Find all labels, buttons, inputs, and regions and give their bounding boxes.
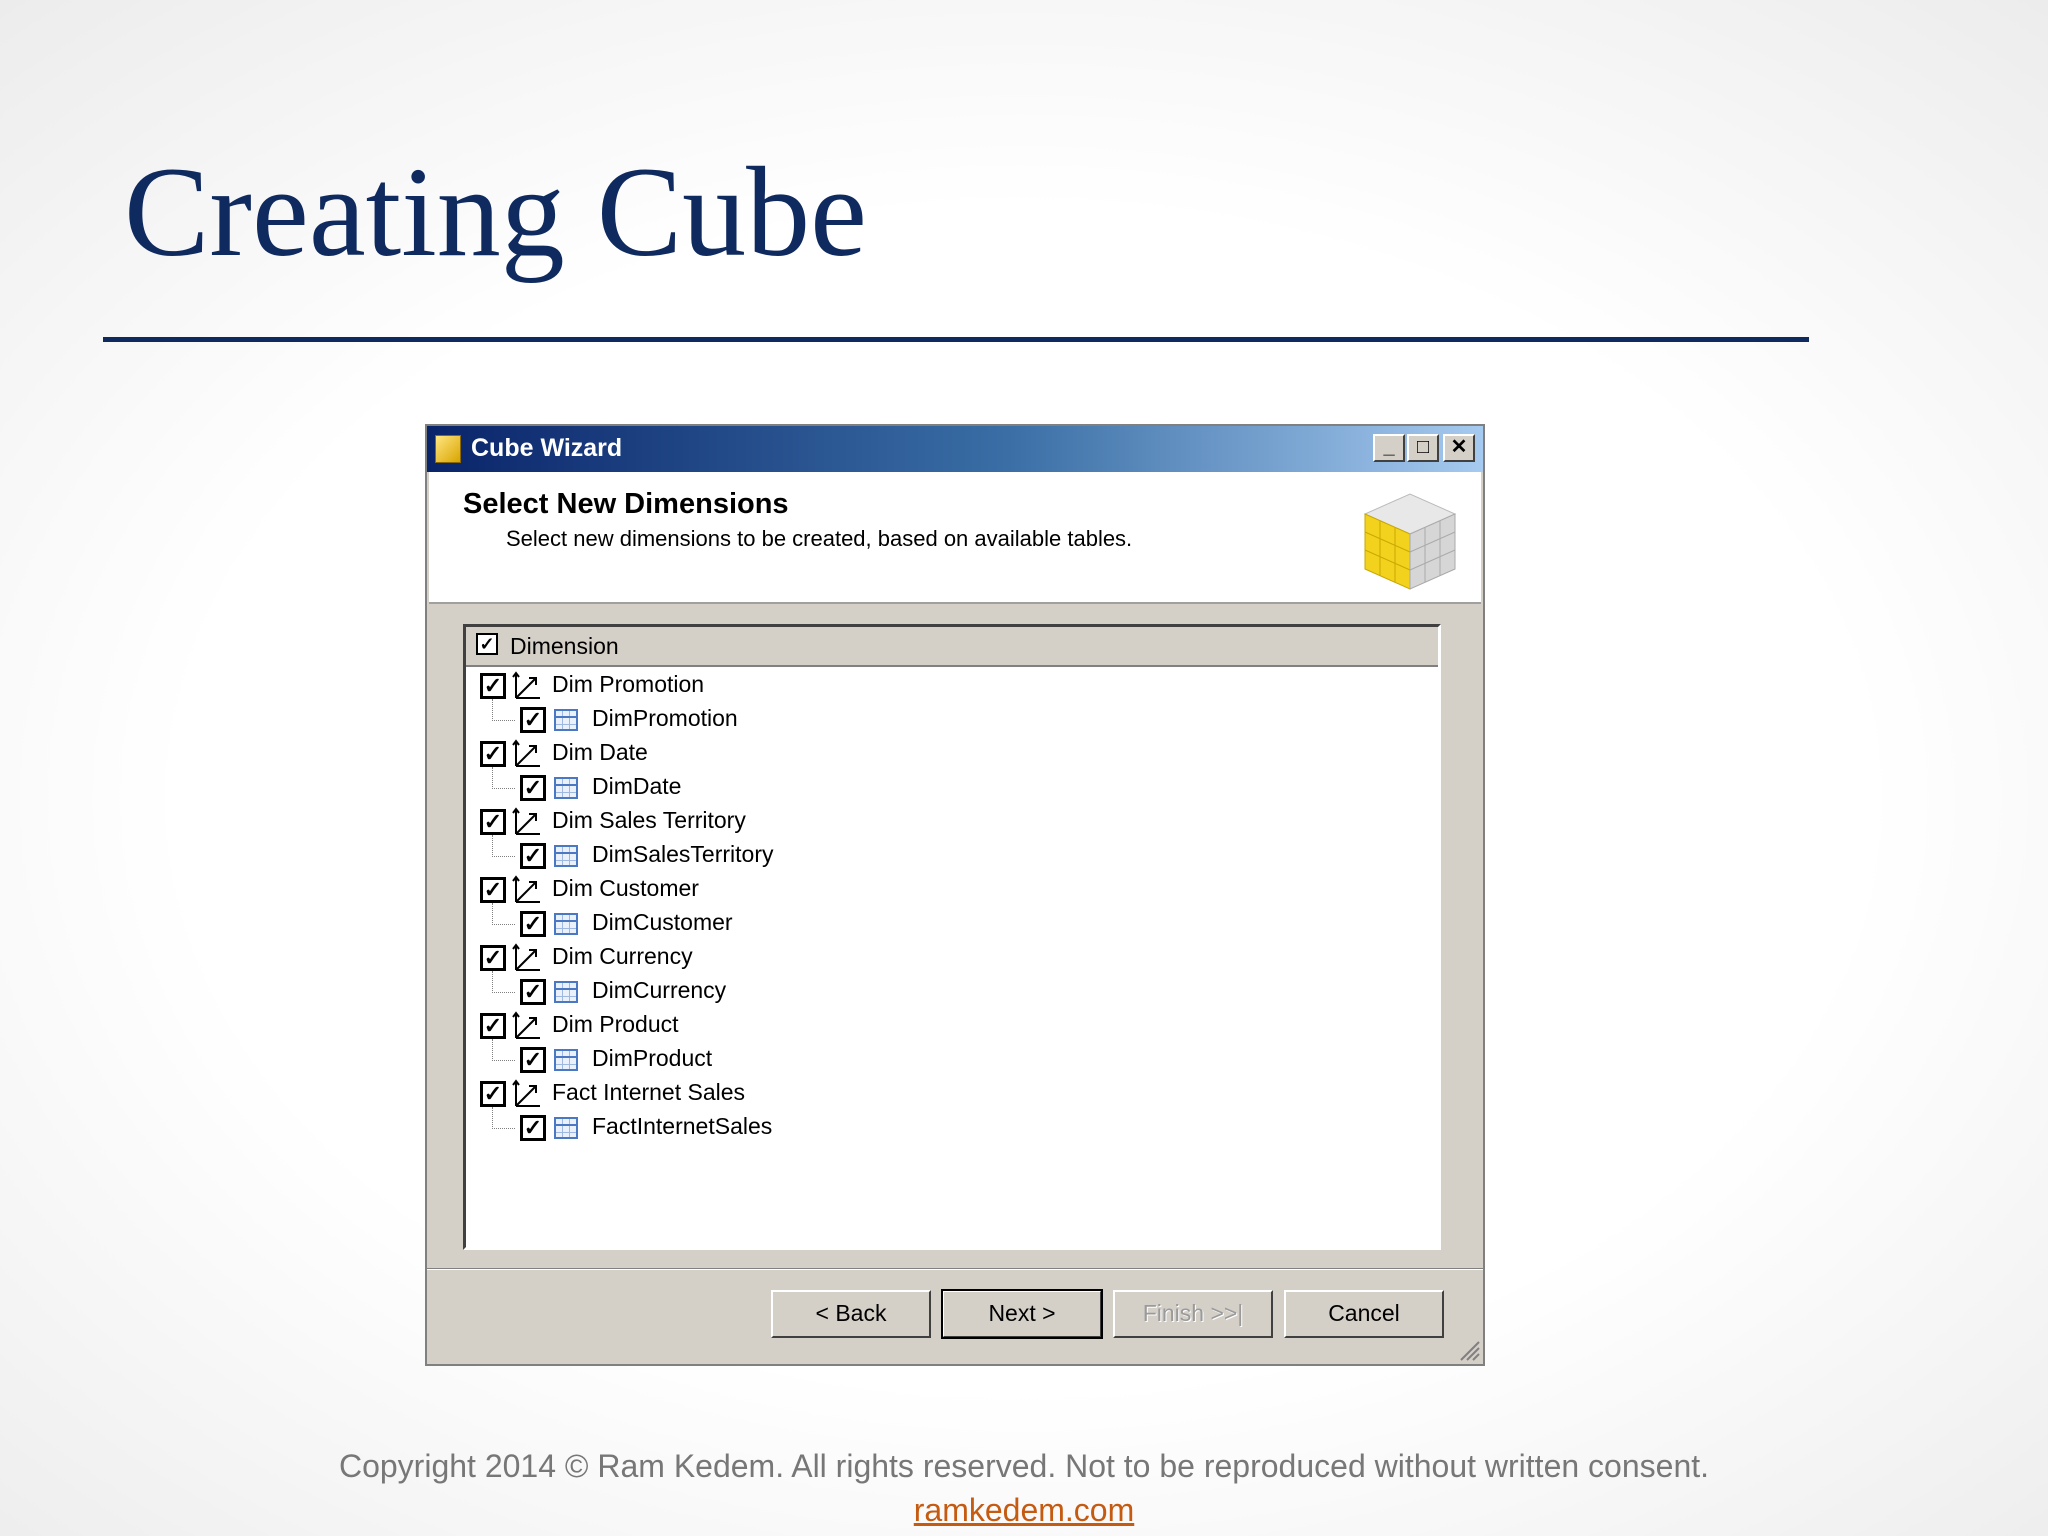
table-label: DimCustomer — [592, 909, 733, 935]
table-icon — [554, 777, 578, 799]
footer-copyright: Copyright 2014 © Ram Kedem. All rights r… — [338, 1448, 1710, 1484]
table-label: FactInternetSales — [592, 1113, 773, 1139]
dimension-row[interactable]: ✓ Dim Customer — [466, 873, 1438, 907]
dimension-label: Dim Promotion — [552, 671, 705, 697]
dimension-tree: ✓ Dim Promotion ✓ DimPromotion ✓ Dim Date ✓ Dim… — [466, 669, 1438, 1247]
table-label: DimPromotion — [592, 705, 738, 731]
dimension-icon — [512, 1079, 540, 1107]
dimension-label: Dim Sales Territory — [552, 807, 746, 833]
dimension-row[interactable]: ✓ Fact Internet Sales — [466, 1077, 1438, 1111]
table-checkbox[interactable]: ✓ — [520, 911, 546, 937]
column-header-dimension: Dimension — [510, 633, 619, 659]
dimension-icon — [512, 943, 540, 971]
dimension-icon — [512, 1011, 540, 1039]
cube-icon — [435, 435, 461, 463]
dimension-icon — [512, 807, 540, 835]
dimension-icon — [512, 739, 540, 767]
resize-grip-icon[interactable] — [1455, 1336, 1481, 1362]
table-row[interactable]: ✓ DimCustomer — [466, 907, 1438, 941]
page-title: Select New Dimensions — [463, 488, 789, 520]
table-icon — [554, 1117, 578, 1139]
button-separator — [427, 1268, 1483, 1270]
table-checkbox[interactable]: ✓ — [520, 1115, 546, 1141]
table-label: DimProduct — [592, 1045, 713, 1071]
dimension-icon — [512, 875, 540, 903]
dimension-row[interactable]: ✓ Dim Promotion — [466, 669, 1438, 703]
table-row[interactable]: ✓ DimPromotion — [466, 703, 1438, 737]
dimension-list[interactable]: ✓ Dimension ✓ Dim Promotion ✓ DimPromotion ✓… — [463, 624, 1441, 1250]
table-checkbox[interactable]: ✓ — [520, 843, 546, 869]
dimension-checkbox[interactable]: ✓ — [480, 945, 506, 971]
table-checkbox[interactable]: ✓ — [520, 775, 546, 801]
dimension-checkbox[interactable]: ✓ — [480, 809, 506, 835]
table-label: DimSalesTerritory — [592, 841, 774, 867]
table-row[interactable]: ✓ DimDate — [466, 771, 1438, 805]
table-checkbox[interactable]: ✓ — [520, 979, 546, 1005]
footer-link[interactable]: ramkedem.com — [0, 1492, 2048, 1529]
dimension-row[interactable]: ✓ Dim Date — [466, 737, 1438, 771]
table-checkbox[interactable]: ✓ — [520, 1047, 546, 1073]
table-icon — [554, 913, 578, 935]
table-icon — [554, 845, 578, 867]
table-label: DimCurrency — [592, 977, 727, 1003]
table-icon — [554, 709, 578, 731]
dimension-row[interactable]: ✓ Dim Product — [466, 1009, 1438, 1043]
table-icon — [554, 1049, 578, 1071]
minimize-button[interactable]: _ — [1373, 434, 1405, 462]
back-button[interactable]: < Back — [771, 1290, 931, 1338]
finish-button[interactable]: Finish >>| — [1113, 1290, 1273, 1338]
list-column-header: ✓ Dimension — [466, 627, 1438, 667]
page-subtitle: Select new dimensions to be created, bas… — [506, 526, 1133, 551]
table-row[interactable]: ✓ FactInternetSales — [466, 1111, 1438, 1145]
close-button[interactable]: ✕ — [1443, 434, 1475, 462]
table-row[interactable]: ✓ DimProduct — [466, 1043, 1438, 1077]
wizard-header: Select New Dimensions Select new dimensi… — [429, 472, 1481, 604]
dimension-checkbox[interactable]: ✓ — [480, 1081, 506, 1107]
cancel-button[interactable]: Cancel — [1284, 1290, 1444, 1338]
dialog-title: Cube Wizard — [471, 434, 623, 462]
dimension-checkbox[interactable]: ✓ — [480, 673, 506, 699]
dimension-label: Fact Internet Sales — [552, 1079, 746, 1105]
dimension-label: Dim Currency — [552, 943, 693, 969]
dimension-row[interactable]: ✓ Dim Currency — [466, 941, 1438, 975]
dimension-label: Dim Date — [552, 739, 648, 765]
dimension-checkbox[interactable]: ✓ — [480, 877, 506, 903]
select-all-checkbox[interactable]: ✓ — [476, 633, 498, 655]
dimension-label: Dim Customer — [552, 875, 699, 901]
dimension-checkbox[interactable]: ✓ — [480, 741, 506, 767]
table-icon — [554, 981, 578, 1003]
table-row[interactable]: ✓ DimSalesTerritory — [466, 839, 1438, 873]
dimension-row[interactable]: ✓ Dim Sales Territory — [466, 805, 1438, 839]
maximize-button[interactable]: □ — [1407, 434, 1439, 462]
slide-title: Creating Cube — [124, 141, 867, 283]
dimension-icon — [512, 671, 540, 699]
title-divider — [103, 337, 1809, 342]
dimension-label: Dim Product — [552, 1011, 679, 1037]
dialog-titlebar[interactable]: Cube Wizard _ □ ✕ — [427, 426, 1483, 472]
cube-graphic-icon — [1363, 493, 1457, 590]
table-row[interactable]: ✓ DimCurrency — [466, 975, 1438, 1009]
next-button[interactable]: Next > — [941, 1289, 1103, 1339]
table-label: DimDate — [592, 773, 682, 799]
dimension-checkbox[interactable]: ✓ — [480, 1013, 506, 1039]
table-checkbox[interactable]: ✓ — [520, 707, 546, 733]
cube-wizard-dialog: Cube Wizard _ □ ✕ Select New Dimensions … — [425, 424, 1485, 1366]
